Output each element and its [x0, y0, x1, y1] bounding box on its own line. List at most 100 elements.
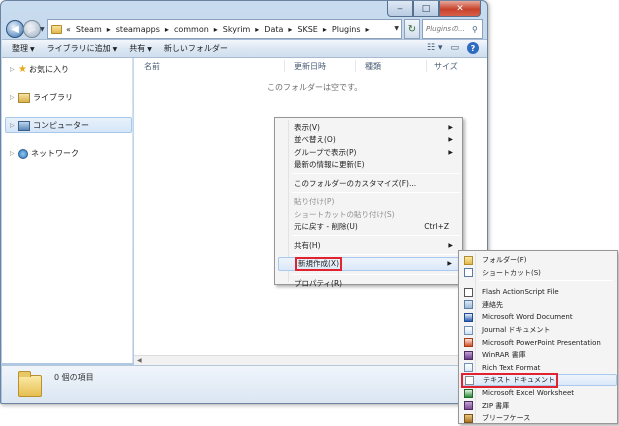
share-button[interactable]: 共有 ▼: [129, 43, 152, 54]
forward-button[interactable]: ▶: [23, 20, 41, 38]
new-submenu-item[interactable]: テキスト ドキュメント: [461, 373, 617, 389]
nav-item-computer[interactable]: ▷ コンピューター: [10, 120, 89, 131]
empty-folder-message: このフォルダーは空です。: [267, 83, 363, 92]
menu-item-label: ショートカットの貼り付け(S): [294, 209, 395, 219]
expand-icon[interactable]: ▷: [10, 66, 18, 73]
address-prefix[interactable]: «: [66, 25, 71, 34]
new-submenu-item[interactable]: ブリーフケース: [462, 412, 617, 424]
breadcrumb-separator-icon[interactable]: ▸: [288, 25, 292, 34]
menu-separator: [292, 173, 460, 174]
new-submenu-item[interactable]: Flash ActionScript File: [462, 286, 617, 298]
breadcrumb-separator-icon[interactable]: ▸: [165, 25, 169, 34]
new-submenu-item[interactable]: Journal ドキュメント: [462, 324, 617, 336]
menu-item-label: 最新の情報に更新(E): [294, 160, 365, 169]
context-menu-item[interactable]: プロパティ(R): [278, 278, 459, 290]
expand-icon[interactable]: ▷: [10, 150, 18, 157]
breadcrumb-item[interactable]: Steam: [76, 25, 102, 34]
new-submenu-item[interactable]: Microsoft Excel Worksheet: [462, 387, 617, 399]
breadcrumb-item[interactable]: Data: [264, 25, 283, 34]
scroll-left-icon[interactable]: ◀: [137, 357, 142, 364]
column-header-size[interactable]: サイズ: [434, 61, 458, 72]
submenu-arrow-icon: ▶: [448, 123, 453, 131]
folder-icon: [464, 255, 473, 265]
address-dropdown-icon[interactable]: ▼: [394, 25, 399, 32]
add-to-library-button[interactable]: ライブラリに追加 ▼: [47, 43, 118, 54]
column-header-modified[interactable]: 更新日時: [294, 61, 326, 72]
folder-icon: [51, 24, 62, 34]
nav-item-network[interactable]: ▷ ネットワーク: [10, 148, 79, 159]
breadcrumb-separator-icon[interactable]: ▸: [214, 25, 218, 34]
refresh-button[interactable]: ↻: [404, 19, 420, 39]
new-submenu: フォルダー(F) ショートカット(S) Flash ActionScript Fil…: [458, 250, 618, 424]
menu-separator: [292, 253, 460, 255]
context-menu-item[interactable]: グループで表示(P) ▶: [278, 146, 459, 158]
breadcrumb-separator-icon[interactable]: ▸: [107, 25, 111, 34]
submenu-arrow-icon: ▶: [448, 136, 453, 143]
context-menu-item[interactable]: 新規作成(X) ▶: [278, 256, 459, 271]
column-header-type[interactable]: 種類: [365, 61, 381, 72]
zip-icon: [464, 401, 473, 411]
column-separator[interactable]: [355, 60, 356, 72]
menu-item-label: WinRAR 書庫: [482, 351, 526, 360]
submenu-arrow-icon: ▶: [447, 260, 452, 267]
search-input[interactable]: [426, 25, 472, 33]
nav-item-favorites[interactable]: ▷ ★ お気に入り: [10, 64, 69, 75]
breadcrumb-item[interactable]: common: [174, 25, 209, 34]
maximize-button[interactable]: □: [413, 1, 439, 17]
menu-item-label: Journal ドキュメント: [482, 326, 551, 334]
address-bar[interactable]: « Steam ▸ steamapps ▸ common ▸ Skyrim ▸ Data ▸ SKS…: [47, 19, 402, 39]
briefcase-icon: [464, 413, 473, 423]
close-button[interactable]: ✕: [439, 1, 481, 17]
menu-item-label: ショートカット(S): [482, 268, 541, 277]
new-submenu-item[interactable]: フォルダー(F): [462, 254, 617, 266]
new-submenu-item[interactable]: ショートカット(S): [462, 267, 617, 279]
breadcrumb-item[interactable]: Skyrim: [223, 25, 250, 34]
breadcrumb-separator-icon[interactable]: ▸: [255, 25, 259, 34]
context-menu-item[interactable]: 並べ替え(O) ▶: [278, 134, 459, 146]
menu-separator: [292, 235, 460, 236]
breadcrumb-item[interactable]: SKSE: [297, 25, 317, 34]
column-separator[interactable]: [426, 60, 427, 72]
new-submenu-item[interactable]: WinRAR 書庫: [462, 349, 617, 361]
context-menu-item[interactable]: 最新の情報に更新(E): [278, 159, 459, 171]
navigation-pane: ▷ ★ お気に入り ▷ ライブラリ ▷ コンピューター ▷ ネットワーク: [2, 58, 133, 363]
organize-button[interactable]: 整理 ▼: [12, 43, 35, 54]
new-submenu-item[interactable]: 連絡先: [462, 299, 617, 311]
new-submenu-item[interactable]: Rich Text Format: [462, 362, 617, 374]
expand-icon[interactable]: ▷: [10, 94, 18, 101]
refresh-icon: ↻: [407, 23, 417, 35]
new-submenu-item[interactable]: ZIP 書庫: [462, 400, 617, 412]
minimize-button[interactable]: ‒: [387, 1, 413, 17]
command-label: 新しいフォルダー: [163, 44, 228, 53]
context-menu-item[interactable]: 元に戻す - 削除(U) Ctrl+Z: [278, 221, 459, 233]
context-menu-item[interactable]: このフォルダーのカスタマイズ(F)...: [278, 177, 459, 189]
breadcrumb-item[interactable]: Plugins: [332, 25, 361, 34]
help-icon[interactable]: ?: [467, 42, 479, 54]
back-button[interactable]: ◀: [6, 20, 24, 38]
menu-item-label: 新規作成(X): [295, 256, 342, 271]
menu-item-label: Microsoft Excel Worksheet: [482, 389, 575, 397]
context-menu-item[interactable]: 共有(H) ▶: [278, 239, 459, 251]
menu-item-label: グループで表示(P): [294, 147, 357, 157]
column-separator[interactable]: [284, 60, 285, 72]
search-box[interactable]: ⚲: [422, 19, 483, 39]
expand-icon[interactable]: ▷: [10, 122, 18, 129]
breadcrumb-separator-icon[interactable]: ▸: [366, 25, 370, 34]
column-header-name[interactable]: 名前: [144, 61, 160, 72]
new-folder-button[interactable]: 新しいフォルダー: [164, 43, 228, 54]
recent-pages-dropdown[interactable]: ▼: [40, 26, 45, 33]
horizontal-scrollbar[interactable]: ◀ ▶: [134, 355, 487, 365]
menu-item-label: 表示(V): [294, 122, 320, 132]
breadcrumb-separator-icon[interactable]: ▸: [323, 25, 327, 34]
context-menu-item[interactable]: 表示(V) ▶: [278, 121, 459, 133]
contact-icon: [464, 300, 473, 310]
menu-item-label: プロパティ(R): [294, 279, 343, 288]
new-submenu-item[interactable]: Microsoft PowerPoint Presentation: [462, 337, 617, 349]
breadcrumb-item[interactable]: steamapps: [116, 25, 160, 34]
view-options-icon[interactable]: ☷ ▾: [427, 43, 442, 53]
nav-item-label: お気に入り: [28, 65, 69, 74]
menu-item-label: Microsoft PowerPoint Presentation: [482, 338, 601, 347]
new-submenu-item[interactable]: Microsoft Word Document: [462, 311, 617, 323]
nav-item-libraries[interactable]: ▷ ライブラリ: [10, 92, 73, 103]
preview-pane-icon[interactable]: ▭: [450, 43, 459, 53]
